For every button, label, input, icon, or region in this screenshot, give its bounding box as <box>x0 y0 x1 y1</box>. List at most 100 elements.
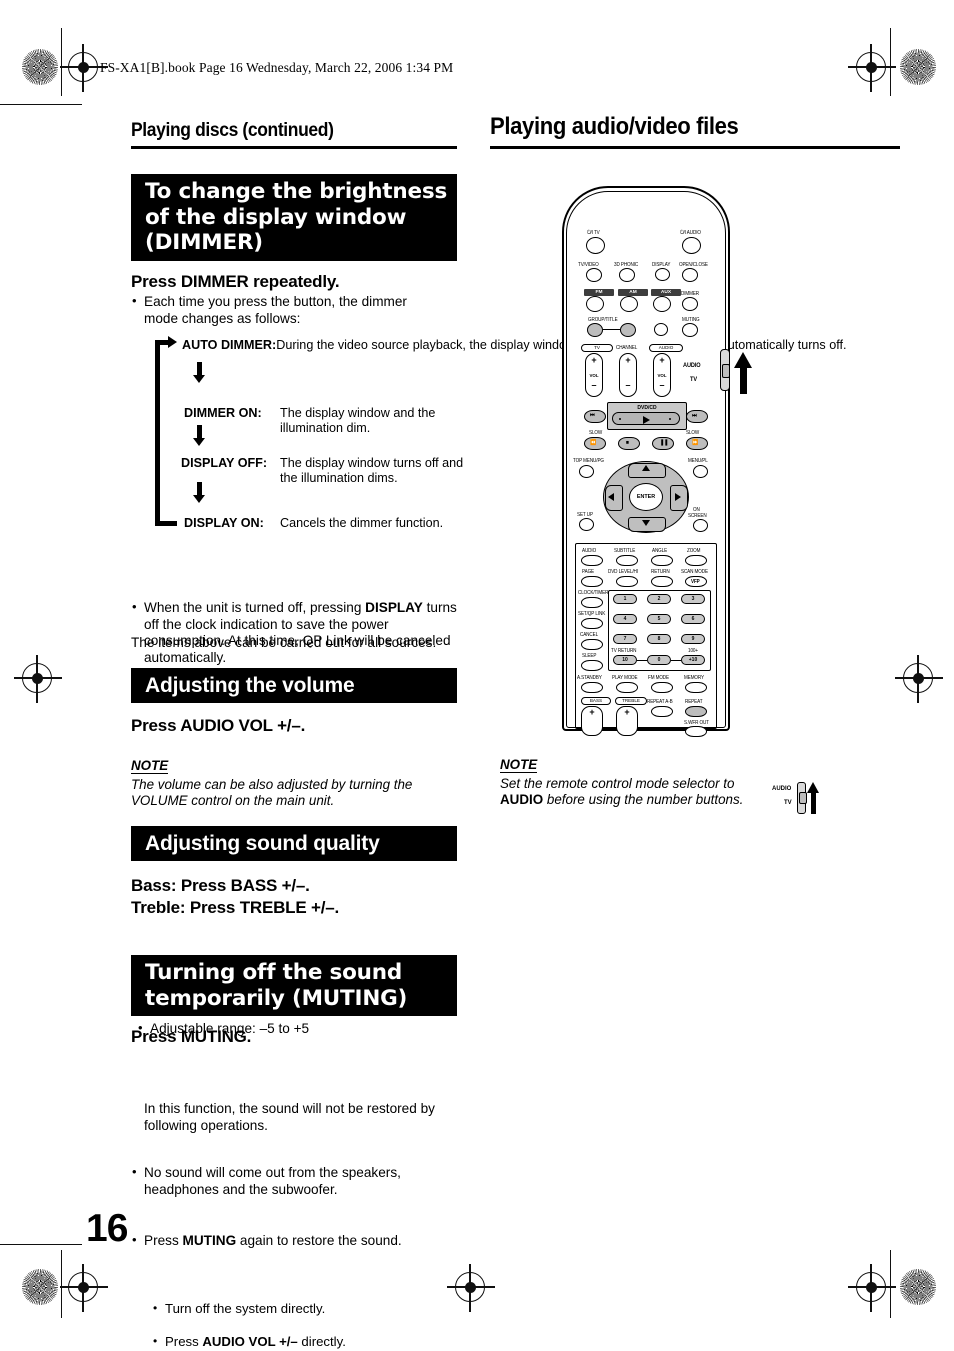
remote-button-kp-return[interactable] <box>651 576 673 587</box>
registration-mark-left <box>14 655 62 703</box>
remote-number-4[interactable]: 4 <box>613 614 637 624</box>
remote-channel-plus[interactable]: + <box>620 356 636 365</box>
bullet-muting-post: again to restore the sound. <box>236 1233 402 1249</box>
remote-label-memory: MEMORY <box>684 674 704 681</box>
remote-button-play-mode[interactable] <box>616 682 638 693</box>
remote-tv-vol-minus[interactable]: – <box>586 381 602 390</box>
remote-side-mode-selector-nub[interactable] <box>722 364 730 378</box>
remote-button-prev-track[interactable] <box>584 410 606 423</box>
remote-button-clock-timer[interactable] <box>581 597 603 608</box>
sub2-pre: Press <box>165 1334 203 1350</box>
remote-number-9[interactable]: 9 <box>681 634 705 644</box>
remote-label-kp-return: RETURN <box>651 568 670 575</box>
remote-number-8[interactable]: 8 <box>647 634 671 644</box>
remote-number-2[interactable]: 2 <box>647 594 671 604</box>
halftone-density-patch-bottom-right <box>900 1269 936 1305</box>
remote-button-next-track[interactable] <box>686 410 708 423</box>
rewind-icon: ⏪ <box>590 439 597 447</box>
fast-forward-icon: ⏩ <box>692 439 699 447</box>
registration-mark-bottom-right <box>848 1264 896 1312</box>
remote-button-a-standby[interactable] <box>581 682 603 693</box>
remote-button-enter[interactable]: ENTER <box>629 483 663 511</box>
remote-pad-channel[interactable]: + – <box>619 353 637 397</box>
mode-selector-switch-nub <box>798 792 807 804</box>
remote-dpad[interactable]: ENTER <box>603 461 689 533</box>
remote-button-dimmer[interactable] <box>682 297 698 311</box>
remote-button-repeat[interactable] <box>685 706 707 717</box>
remote-label-menu-pl: MENU/PL <box>688 457 708 464</box>
remote-audio-vol-minus[interactable]: – <box>654 381 670 390</box>
heading-dimmer: To change the brightness of the display … <box>131 174 457 261</box>
mode-selector-pointer-arrow <box>733 352 755 394</box>
remote-number-10[interactable]: 10 <box>613 655 637 665</box>
remote-pad-bass[interactable]: + <box>581 706 603 736</box>
remote-number-6[interactable]: 6 <box>681 614 705 624</box>
trim-line-left <box>61 28 63 96</box>
remote-button-open-close[interactable] <box>682 268 698 282</box>
remote-button-muting[interactable] <box>682 323 698 337</box>
play-icon <box>643 415 650 424</box>
remote-button-kp-dvd-level[interactable] <box>616 576 638 587</box>
remote-button-stop[interactable] <box>618 437 640 450</box>
remote-button-display[interactable] <box>655 268 670 281</box>
remote-button-3d-phonic[interactable] <box>619 268 635 282</box>
remote-number-7[interactable]: 7 <box>613 634 637 644</box>
remote-button-kp-subtitle[interactable] <box>616 555 638 566</box>
remote-number-plus10[interactable]: +10 <box>681 655 705 665</box>
remote-button-set-qp-link[interactable] <box>581 618 603 629</box>
remote-button-am[interactable] <box>620 296 638 312</box>
remote-number-3[interactable]: 3 <box>681 594 705 604</box>
remote-channel-minus[interactable]: – <box>620 381 636 390</box>
remote-button-kp-page[interactable] <box>581 576 603 587</box>
remote-button-skip-back[interactable] <box>587 323 603 337</box>
remote-button-skip-forward[interactable] <box>620 323 636 337</box>
remote-number-5[interactable]: 5 <box>647 614 671 624</box>
remote-button-swfr-out[interactable] <box>685 726 707 737</box>
remote-button-fm[interactable] <box>586 296 604 312</box>
remote-pad-audio-vol[interactable]: + VOL – <box>653 353 671 397</box>
remote-button-top-menu-pg[interactable] <box>579 465 594 478</box>
remote-button-kp-zoom[interactable] <box>685 555 707 566</box>
flow-arrow-1 <box>193 425 205 446</box>
remote-button-cancel[interactable] <box>581 639 603 650</box>
remote-button-mute-small[interactable] <box>654 323 668 336</box>
trim-line-left-bottom <box>61 1250 63 1318</box>
remote-button-aux[interactable] <box>653 296 671 312</box>
remote-number-connector-right <box>671 660 681 661</box>
sub-bullet-press-audio-vol: Press AUDIO VOL +/– directly. <box>152 1333 465 1350</box>
remote-number-1[interactable]: 1 <box>613 594 637 604</box>
remote-pad-treble[interactable]: + <box>616 706 638 736</box>
heading-dimmer-label: To change the brightness of the display … <box>145 179 448 256</box>
remote-button-menu-pl[interactable] <box>693 465 708 478</box>
remote-pad-tv-vol[interactable]: + VOL – <box>585 353 603 397</box>
remote-treble-plus[interactable]: + <box>617 708 637 717</box>
flow-arrow-2 <box>193 482 205 503</box>
bullet-display-power: When the unit is turned off, pressing DI… <box>131 599 464 666</box>
remote-label-group-title: GROUP/TITLE <box>588 316 618 323</box>
remote-button-kp-audio[interactable] <box>581 555 603 566</box>
remote-label-tv-return: TV RETURN <box>611 647 637 654</box>
remote-button-set-up[interactable] <box>579 518 594 531</box>
bullet-muting-bold: MUTING <box>182 1233 237 1249</box>
remote-button-fm-mode[interactable] <box>651 682 673 693</box>
page-number: 16 <box>86 1207 128 1250</box>
remote-bass-plus[interactable]: + <box>582 708 602 717</box>
remote-button-tv-video[interactable] <box>586 268 602 282</box>
registration-mark-right <box>895 655 943 703</box>
registration-mark-bottom-center <box>447 1264 495 1312</box>
remote-button-repeat-ab[interactable] <box>651 706 673 717</box>
remote-button-kp-angle[interactable] <box>651 555 673 566</box>
remote-button-on-screen[interactable] <box>693 519 708 532</box>
remote-button-play[interactable] <box>612 412 680 425</box>
halftone-density-patch-bottom-left <box>22 1269 58 1305</box>
sub-bullet-turn-off-system: Turn off the system directly. <box>152 1300 455 1317</box>
halftone-density-patch-top-left <box>22 49 58 85</box>
remote-button-sleep[interactable] <box>581 660 603 671</box>
remote-button-memory[interactable] <box>685 682 707 693</box>
remote-number-0[interactable]: 0 <box>647 655 671 665</box>
remote-button-power-tv[interactable] <box>586 237 605 254</box>
remote-button-power-audio[interactable] <box>682 237 701 254</box>
remote-tv-vol-plus[interactable]: + <box>586 356 602 365</box>
running-head-left-rule <box>131 146 457 149</box>
remote-audio-vol-plus[interactable]: + <box>654 356 670 365</box>
